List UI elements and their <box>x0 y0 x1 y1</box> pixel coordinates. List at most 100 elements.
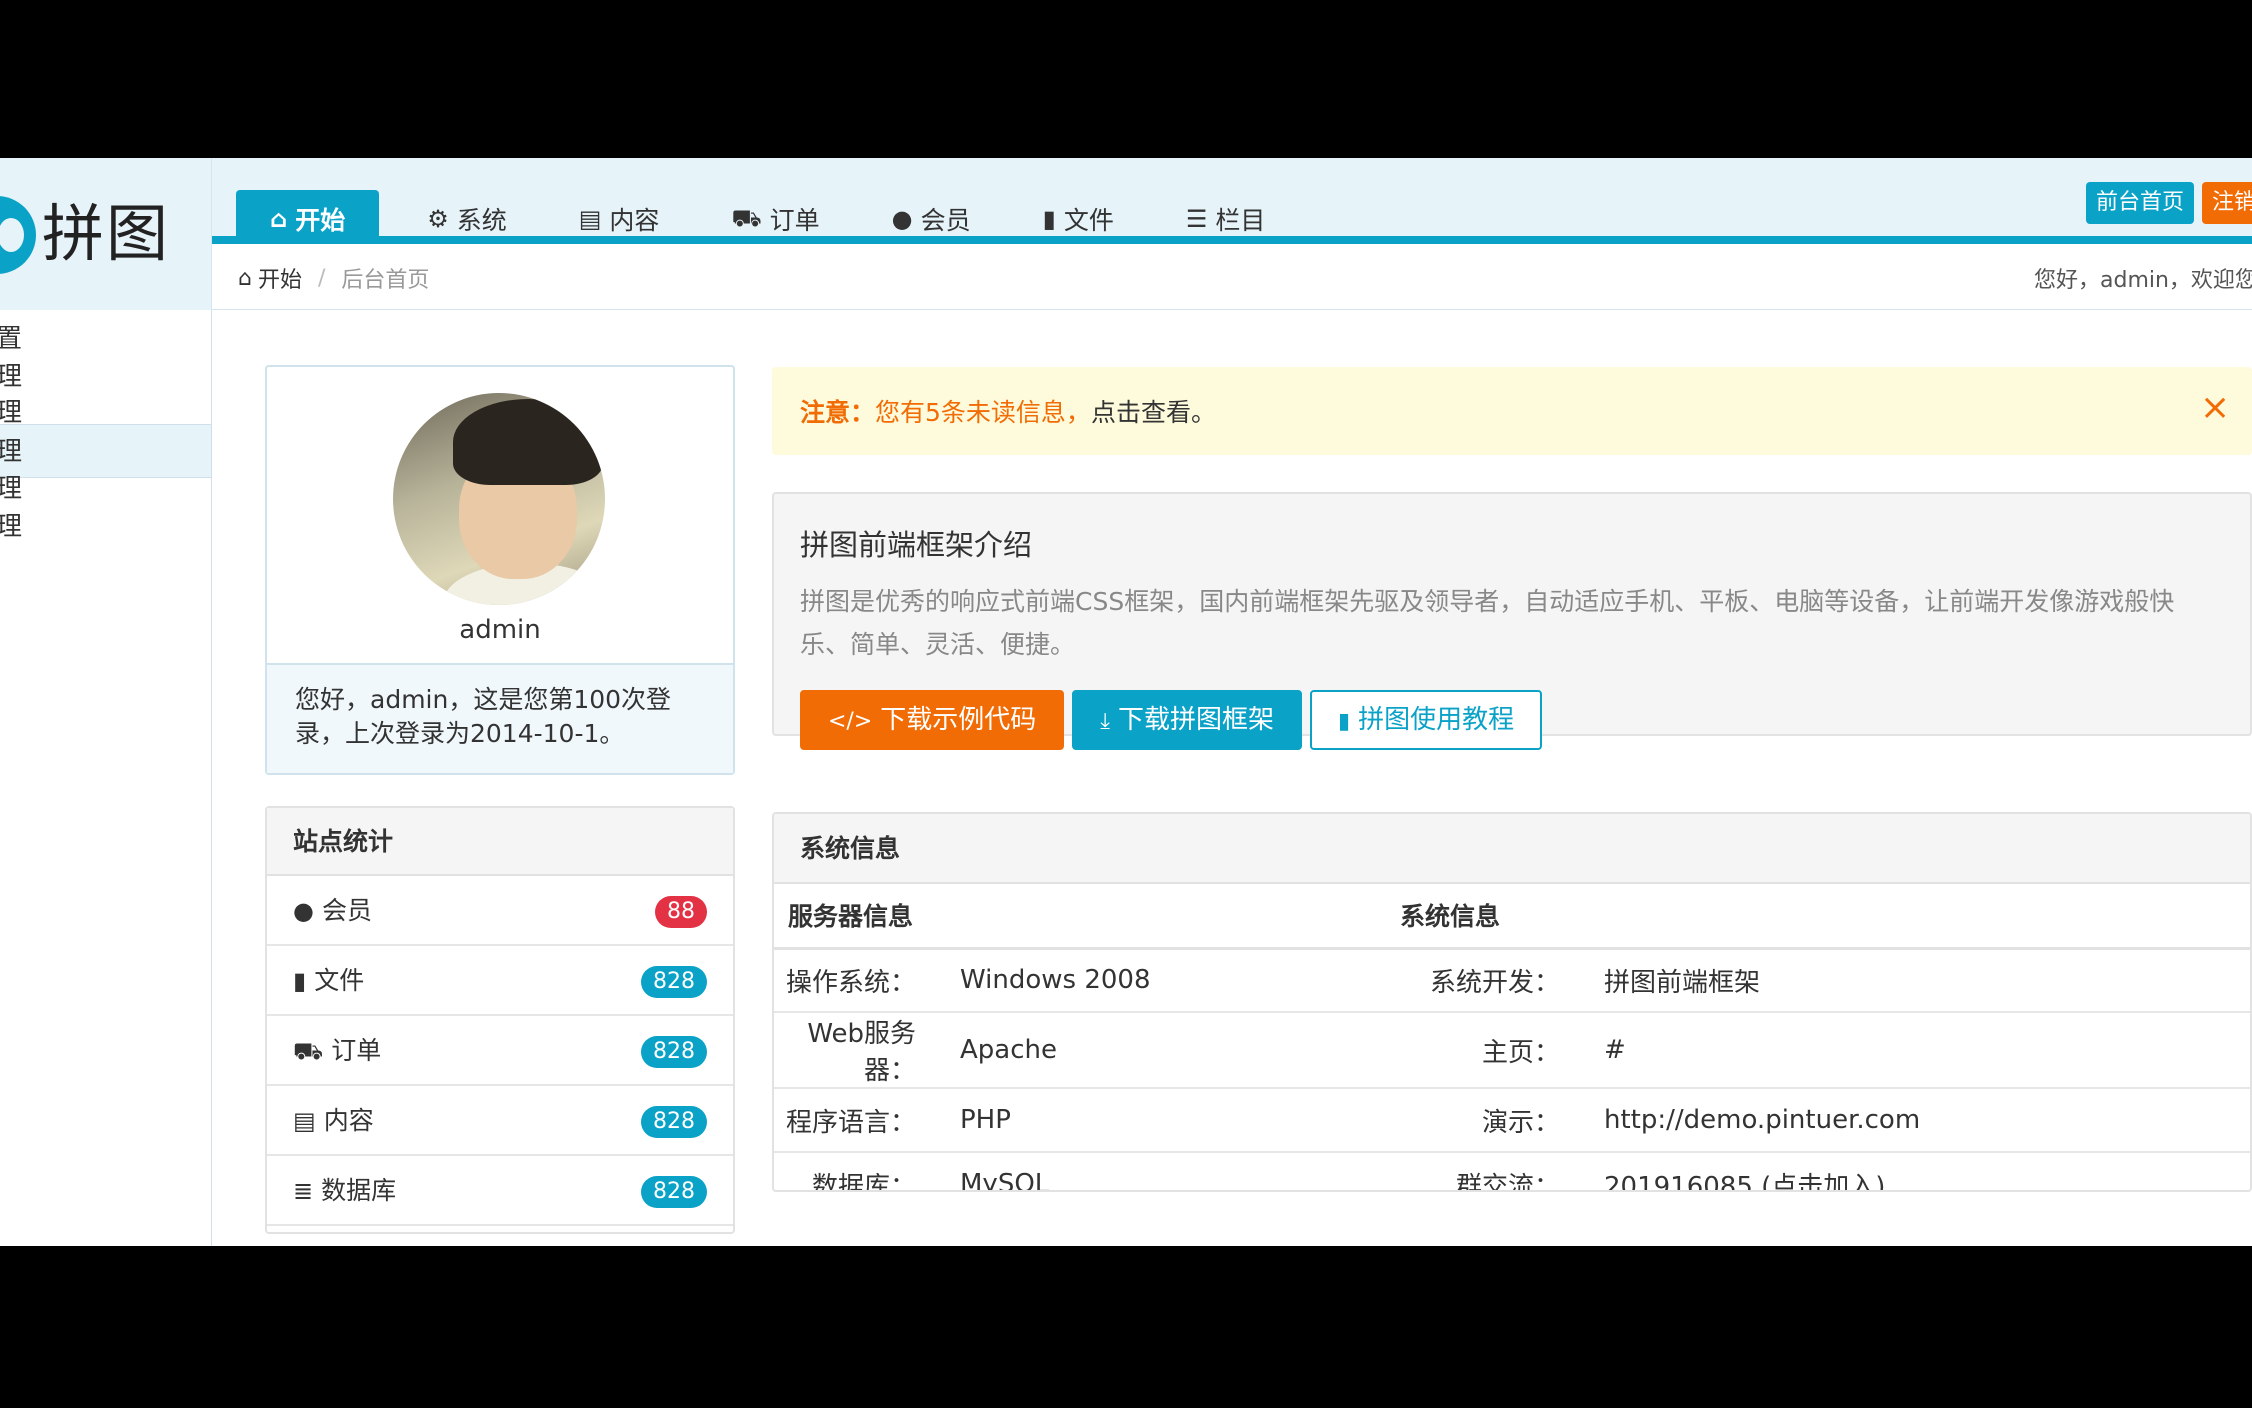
sysinfo-key: 系统开发： <box>1400 948 1604 1013</box>
cart-icon: ⛟ <box>293 1037 324 1065</box>
logout-button[interactable]: 注销 <box>2202 182 2252 224</box>
database-icon: ≣ <box>293 1177 314 1205</box>
sysinfo-row: 数据库： MySQL 群交流： 201916085 (点击加入) <box>774 1152 2250 1190</box>
sysinfo-value: Windows 2008 <box>960 948 1400 1013</box>
file-icon: ▮ <box>1338 709 1351 734</box>
user-icon: ● <box>293 897 314 925</box>
count-badge: 828 <box>641 966 707 998</box>
stats-row-label: 数据库 <box>321 1176 397 1205</box>
sysinfo-value: Apache <box>960 1012 1400 1089</box>
user-icon: ● <box>891 205 913 233</box>
nav-tab-label: 订单 <box>769 206 820 235</box>
nav-tab-label: 内容 <box>609 206 660 235</box>
alert-text: 注意：您有5条未读信息，点击查看。 <box>800 393 1216 429</box>
system-info-header: 系统信息 <box>1400 884 2250 950</box>
sidebar-item-label: 理 <box>0 512 23 542</box>
sysinfo-key: 数据库： <box>774 1152 960 1190</box>
system-info-panel: 系统信息 服务器信息 系统信息 操作系统： Windows 2008 系统开发： 拼图… <box>772 812 2252 1192</box>
intro-buttons: </> 下载示例代码 ⤓ 下载拼图框架 ▮ 拼图使用教程 <box>800 690 1543 750</box>
stats-row-label: 文件 <box>314 966 365 995</box>
sysinfo-value: 拼图前端框架 <box>1604 948 2250 1013</box>
intro-button-label: 拼图使用教程 <box>1358 705 1515 735</box>
file-text-icon: ▤ <box>578 205 602 233</box>
sysinfo-table: 服务器信息 系统信息 操作系统： Windows 2008 系统开发： 拼图前端框架 W… <box>774 884 2250 1190</box>
file-icon: ▮ <box>293 967 307 995</box>
intro-button-1[interactable]: ⤓ 下载拼图框架 <box>1072 690 1303 750</box>
sysinfo-key: 程序语言： <box>774 1088 960 1153</box>
download-icon: ⤓ <box>1100 709 1111 734</box>
intro-button-2[interactable]: ▮ 拼图使用教程 <box>1310 690 1543 750</box>
stats-row[interactable]: ● 会员 88 <box>267 876 733 946</box>
nav-tab-label: 系统 <box>456 206 507 235</box>
stats-row[interactable]: ⛟ 订单 828 <box>267 1016 733 1086</box>
stats-list: ● 会员 88 ▮ 文件 828 ⛟ 订单 828 ▤ 内容 828 ≣ 数据库 828 <box>267 876 733 1226</box>
close-icon[interactable]: × <box>2200 387 2230 428</box>
count-badge: 88 <box>655 896 707 928</box>
sysinfo-key: 主页： <box>1400 1012 1604 1089</box>
file-icon: ▮ <box>1042 205 1056 233</box>
avatar <box>393 393 605 605</box>
sysinfo-value: PHP <box>960 1088 1400 1153</box>
stats-row[interactable]: ▮ 文件 828 <box>267 946 733 1016</box>
intro-button-label: 下载拼图框架 <box>1118 705 1275 735</box>
admin-page: 拼图 ⌂ 开始 ⚙ 系统 ▤ 内容 ⛟ 订单 ● 会员 ▮ 文件 ☰ 栏目 前台首页 注销 ⌂ 开始 / … <box>0 158 2252 1246</box>
nav-tab-label: 开始 <box>295 206 346 235</box>
frontend-home-button[interactable]: 前台首页 <box>2086 182 2195 224</box>
sysinfo-value: # <box>1604 1012 2250 1089</box>
sysinfo-row: Web服务器： Apache 主页： # <box>774 1012 2250 1089</box>
stats-title: 站点统计 <box>267 808 733 876</box>
header: 拼图 ⌂ 开始 ⚙ 系统 ▤ 内容 ⛟ 订单 ● 会员 ▮ 文件 ☰ 栏目 前台首页 注销 ⌂ 开始 / … <box>0 158 2252 310</box>
intro-button-label: 下载示例代码 <box>880 705 1037 735</box>
gear-icon: ⚙ <box>427 205 449 233</box>
count-badge: 828 <box>641 1176 707 1208</box>
alert-view-link[interactable]: 点击查看。 <box>1091 398 1216 427</box>
sidebar: 置理理理理理 <box>0 310 212 1246</box>
logo[interactable]: 拼图 <box>0 158 212 310</box>
sysinfo-row: 操作系统： Windows 2008 系统开发： 拼图前端框架 <box>774 948 2250 1013</box>
login-message: 您好，admin，这是您第100次登录，上次登录为2014-10-1。 <box>267 663 733 773</box>
nav-tab-label: 文件 <box>1063 206 1114 235</box>
sysinfo-value: http://demo.pintuer.com <box>1604 1088 2250 1153</box>
logo-text: 拼图 <box>42 197 171 270</box>
profile-card: admin 您好，admin，这是您第100次登录，上次登录为2014-10-1… <box>265 365 735 775</box>
intro-title: 拼图前端框架介绍 <box>800 528 1033 562</box>
nav-tab-label: 会员 <box>920 206 971 235</box>
file-text-icon: ▤ <box>293 1107 316 1135</box>
profile-name: admin <box>459 615 541 645</box>
logo-icon <box>0 196 36 274</box>
home-icon: ⌂ <box>270 205 288 233</box>
cart-icon: ⛟ <box>731 203 762 232</box>
stats-row[interactable]: ≣ 数据库 828 <box>267 1156 733 1226</box>
breadcrumb-bar: ⌂ 开始 / 后台首页 您好，admin，欢迎您 <box>212 244 2252 310</box>
breadcrumb: ⌂ 开始 / 后台首页 <box>238 262 429 294</box>
sysinfo-key: 操作系统： <box>774 948 960 1013</box>
count-badge: 828 <box>641 1036 707 1068</box>
sysinfo-value: MySQL <box>960 1152 1400 1190</box>
welcome-text: 您好，admin，欢迎您 <box>2034 268 2252 293</box>
sysinfo-key: 群交流： <box>1400 1152 1604 1190</box>
intro-description: 拼图是优秀的响应式前端CSS框架，国内前端框架先驱及领导者，自动适应手机、平板、… <box>800 587 2175 659</box>
home-icon: ⌂ <box>238 265 252 291</box>
sidebar-item-5[interactable]: 理 <box>0 500 211 554</box>
intro-button-0[interactable]: </> 下载示例代码 <box>800 690 1065 750</box>
top-right-actions: 前台首页 注销 <box>2086 182 2252 224</box>
breadcrumb-current: 后台首页 <box>341 268 430 293</box>
sysinfo-row: 程序语言： PHP 演示： http://demo.pintuer.com <box>774 1088 2250 1153</box>
sysinfo-title: 系统信息 <box>774 814 2250 884</box>
stats-row[interactable]: ▤ 内容 828 <box>267 1086 733 1156</box>
intro-panel: 拼图前端框架介绍 拼图是优秀的响应式前端CSS框架，国内前端框架先驱及领导者，自… <box>772 492 2252 750</box>
code-icon: </> <box>828 709 873 734</box>
nav-underline <box>212 236 2252 244</box>
breadcrumb-home-link[interactable]: 开始 <box>258 262 302 294</box>
site-stats-panel: 站点统计 ● 会员 88 ▮ 文件 828 ⛟ 订单 828 ▤ 内容 828 ≣ 数据库 828 <box>265 806 735 1234</box>
stats-row-label: 订单 <box>331 1036 382 1065</box>
alert-label: 注意： <box>800 398 876 427</box>
count-badge: 828 <box>641 1106 707 1138</box>
list-icon: ☰ <box>1185 205 1208 233</box>
stats-row-label: 会员 <box>321 896 372 925</box>
nav-tab-label: 栏目 <box>1215 206 1266 235</box>
server-info-header: 服务器信息 <box>774 884 1400 950</box>
sysinfo-key: 演示： <box>1400 1088 1604 1153</box>
alert-banner: 注意：您有5条未读信息，点击查看。 × <box>772 367 2252 455</box>
sysinfo-key: Web服务器： <box>774 1012 960 1089</box>
